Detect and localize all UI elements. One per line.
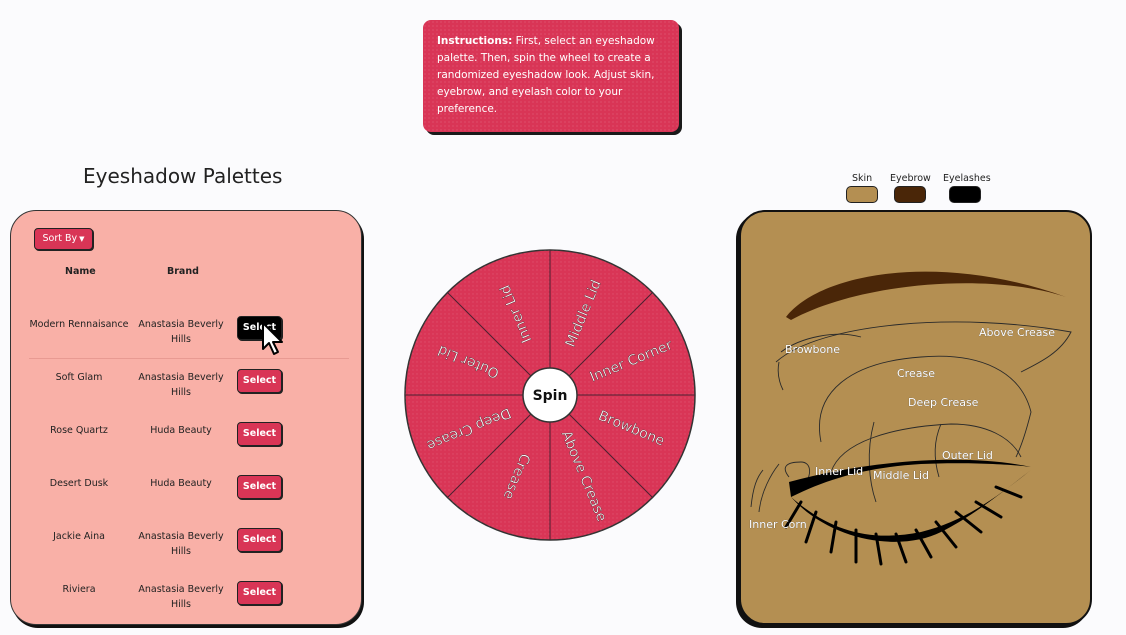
eyelashes-color-swatch[interactable] <box>949 186 981 203</box>
label-inner-corner: Inner Corn <box>749 518 807 531</box>
eyelashes-label: Eyelashes <box>943 173 991 184</box>
palette-name: Riviera <box>62 584 96 595</box>
spin-wheel[interactable]: Middle LidInner CornerBrowboneAbove Crea… <box>403 248 697 542</box>
select-button[interactable]: Select <box>237 422 282 446</box>
sort-by-label: Sort By <box>42 233 78 244</box>
eyebrow-label: Eyebrow <box>890 173 931 184</box>
skin-label: Skin <box>852 173 873 184</box>
eyebrow-color-swatch[interactable] <box>894 186 926 203</box>
table-row: Jackie Aina Anastasia Beverly Hills Sele… <box>29 528 351 579</box>
column-header-name: Name <box>65 266 96 277</box>
sort-by-button[interactable]: Sort By ▼ <box>34 228 93 250</box>
palettes-title: Eyeshadow Palettes <box>83 164 283 188</box>
palette-brand: Huda Beauty <box>150 478 212 489</box>
select-button[interactable]: Select <box>237 528 282 552</box>
palette-name: Rose Quartz <box>50 425 108 436</box>
label-deep-crease: Deep Crease <box>908 396 979 409</box>
palette-brand: Huda Beauty <box>150 425 212 436</box>
palette-brand: Anastasia Beverly Hills <box>138 531 224 557</box>
label-above-crease: Above Crease <box>979 326 1055 339</box>
row-divider <box>29 358 349 359</box>
eyebrow-shape <box>786 271 1066 320</box>
palette-brand: Anastasia Beverly Hills <box>138 319 224 345</box>
label-browbone: Browbone <box>785 343 840 356</box>
label-inner-lid: Inner Lid <box>815 465 863 478</box>
palette-brand: Anastasia Beverly Hills <box>138 584 224 610</box>
select-button[interactable]: Select <box>237 475 282 499</box>
palette-brand: Anastasia Beverly Hills <box>138 372 224 398</box>
mouse-cursor-icon <box>262 322 283 355</box>
select-button[interactable]: Select <box>237 581 282 605</box>
table-row: Rose Quartz Huda Beauty Select <box>29 422 351 473</box>
skin-color-swatch[interactable] <box>846 186 878 203</box>
palette-name: Soft Glam <box>55 372 103 383</box>
palette-name: Desert Dusk <box>49 478 109 489</box>
palette-name: Modern Rennaisance <box>29 319 129 330</box>
eye-preview-panel: Above Crease Browbone Crease Deep Crease… <box>739 210 1092 625</box>
palette-panel: Sort By ▼ Name Brand Modern Rennaisance A… <box>10 210 362 625</box>
table-row: Desert Dusk Huda Beauty Select <box>29 475 351 526</box>
table-row: Riviera Anastasia Beverly Hills Select <box>29 581 351 632</box>
table-row: Soft Glam Anastasia Beverly Hills Select <box>29 369 351 420</box>
select-button[interactable]: Select <box>237 369 282 393</box>
column-header-brand: Brand <box>167 266 199 277</box>
chevron-down-icon: ▼ <box>79 235 85 243</box>
instructions-label: Instructions: <box>437 35 513 47</box>
instructions-box: Instructions: First, select an eyeshadow… <box>423 20 679 132</box>
spin-label[interactable]: Spin <box>533 388 568 404</box>
palette-name: Jackie Aina <box>53 531 105 542</box>
label-middle-lid: Middle Lid <box>873 469 929 482</box>
label-outer-lid: Outer Lid <box>942 449 993 462</box>
table-row: Modern Rennaisance Anastasia Beverly Hil… <box>29 316 351 367</box>
label-crease: Crease <box>897 367 935 380</box>
eye-illustration: Above Crease Browbone Crease Deep Crease… <box>749 271 1072 566</box>
instructions-text: First, select an eyeshadow palette. Then… <box>437 35 655 115</box>
